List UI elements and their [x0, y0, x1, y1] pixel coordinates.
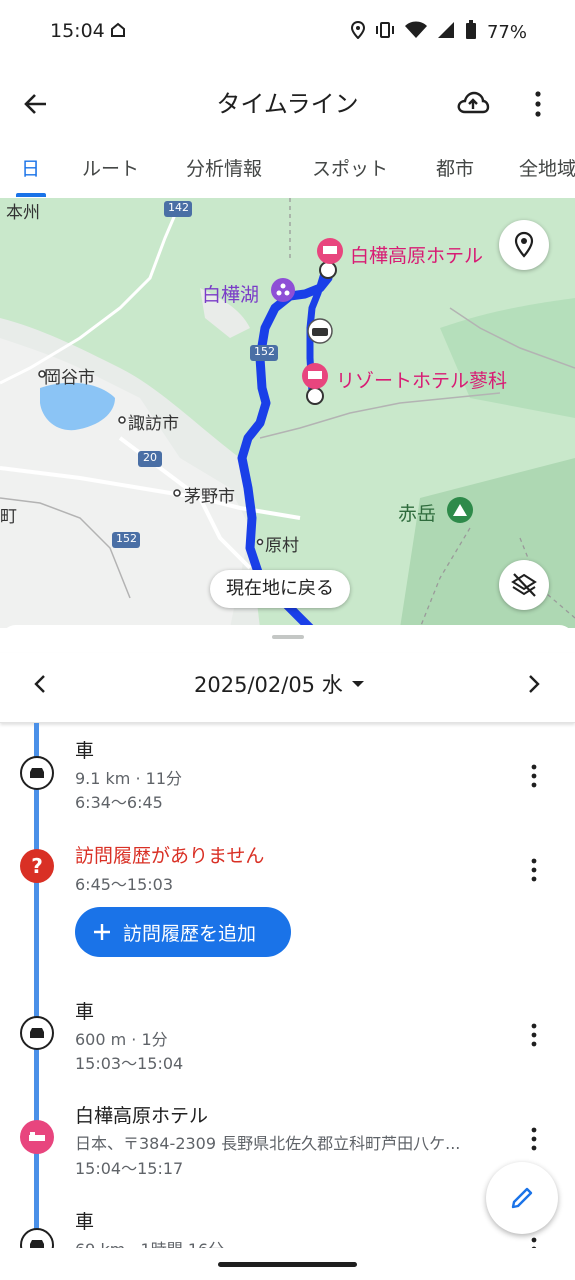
more-vert-icon: [535, 91, 541, 117]
map-label-shirakabako[interactable]: 白樺湖: [202, 280, 259, 307]
map-view[interactable]: 本州 142 152 20 152 岡谷市 諏訪市 茅野市 原村 白樺湖 白樺高…: [0, 198, 575, 628]
tab-day[interactable]: 日: [21, 154, 40, 181]
map-label-town: 町: [0, 507, 17, 527]
cloud-upload-icon: [457, 91, 490, 114]
entry-more-button[interactable]: [524, 1124, 544, 1154]
status-icons: 77%: [350, 20, 527, 45]
date-navigator: 2025/02/05 水: [0, 653, 575, 723]
entry-detail: 69 km · 1時間 16分: [75, 1236, 224, 1248]
sheet-drag-handle[interactable]: [272, 635, 304, 639]
road-shield-152: 152: [254, 345, 275, 358]
layers-off-button[interactable]: [499, 560, 549, 610]
map-label-hotel-tateshina[interactable]: リゾートホテル蓼科: [336, 366, 507, 393]
hotel-icon: [20, 1120, 54, 1154]
entry-more-button[interactable]: [524, 761, 544, 791]
map-label-chino: 茅野市: [184, 487, 235, 507]
chevron-left-icon: [34, 675, 45, 693]
entry-time: 6:34〜6:45: [75, 793, 163, 812]
chevron-right-icon: [529, 675, 540, 693]
map-label-haramura: 原村: [265, 536, 299, 556]
return-to-current-location-button[interactable]: 現在地に戻る: [210, 570, 350, 608]
signal-icon: [437, 21, 455, 44]
date-selector[interactable]: 2025/02/05 水: [194, 669, 365, 699]
entry-time: 6:45〜15:03: [75, 875, 174, 894]
location-pin-icon: [514, 231, 534, 258]
selected-date: 2025/02/05 水: [194, 673, 343, 697]
tab-insights[interactable]: 分析情報: [186, 154, 262, 181]
home-icon: [110, 22, 126, 42]
road-shield-152-south: 152: [116, 532, 137, 545]
entry-more-button[interactable]: [524, 855, 544, 885]
add-visit-label: 訪問履歴を追加: [123, 922, 257, 945]
question-icon: ?: [20, 849, 54, 883]
car-icon: [20, 1228, 54, 1248]
layers-off-icon: [511, 573, 537, 597]
tab-regions[interactable]: 全地域: [519, 154, 575, 181]
tab-bar: 日 ルート 分析情報 スポット 都市 全地域: [0, 140, 575, 198]
location-icon: [350, 20, 365, 44]
location-pin-button[interactable]: [499, 220, 549, 270]
more-options-button[interactable]: [528, 88, 548, 120]
tab-places[interactable]: スポット: [312, 154, 388, 181]
tab-routes[interactable]: ルート: [82, 154, 139, 181]
entry-more-button[interactable]: [524, 1234, 544, 1248]
tab-cities[interactable]: 都市: [436, 154, 474, 181]
cloud-upload-button[interactable]: [456, 88, 490, 118]
gesture-nav-handle[interactable]: [218, 1262, 357, 1267]
next-day-button[interactable]: [520, 671, 546, 697]
edit-button[interactable]: [486, 1162, 558, 1234]
battery-percent: 77%: [486, 22, 527, 43]
more-vert-icon: [531, 1237, 537, 1248]
map-canvas: [0, 198, 575, 628]
entry-detail: 600 m · 1分: [75, 1030, 168, 1049]
add-visit-button[interactable]: 訪問履歴を追加: [75, 907, 291, 957]
road-shield-142: 142: [168, 201, 189, 214]
entry-title: 車: [75, 1211, 95, 1233]
car-icon: [20, 756, 54, 790]
more-vert-icon: [531, 764, 537, 788]
more-vert-icon: [531, 858, 537, 882]
wifi-icon: [404, 21, 427, 44]
status-time: 15:04: [50, 20, 105, 42]
active-tab-indicator: [16, 193, 46, 197]
entry-title: 白樺高原ホテル: [75, 1105, 209, 1127]
entry-title: 訪問履歴がありません: [75, 845, 265, 867]
plus-icon: [94, 924, 110, 940]
entry-time: 15:03〜15:04: [75, 1054, 184, 1073]
more-vert-icon: [531, 1127, 537, 1151]
road-shield-20: 20: [143, 451, 157, 464]
map-label-honshu: 本州: [6, 203, 40, 223]
pencil-icon: [511, 1187, 533, 1209]
entry-title: 車: [75, 740, 95, 762]
entry-time: 15:04〜15:17: [75, 1159, 184, 1178]
map-label-okaya: 岡谷市: [44, 368, 95, 388]
status-bar: 15:04 77%: [0, 0, 575, 64]
timeline-connector: [34, 723, 39, 1248]
map-label-akadake[interactable]: 赤岳: [398, 499, 436, 526]
entry-detail: 9.1 km · 11分: [75, 769, 183, 788]
battery-icon: [465, 20, 477, 45]
map-label-hotel-shirakaba[interactable]: 白樺高原ホテル: [350, 241, 483, 268]
car-icon: [20, 1016, 54, 1050]
previous-day-button[interactable]: [28, 671, 54, 697]
timeline-list[interactable]: 車 9.1 km · 11分 6:34〜6:45 ? 訪問履歴がありません 6:…: [0, 723, 575, 1248]
app-bar: タイムライン: [0, 64, 575, 140]
entry-address: 日本、〒384-2309 長野県北佐久郡立科町芦田八ケ...: [75, 1134, 461, 1153]
more-vert-icon: [531, 1023, 537, 1047]
dropdown-arrow-icon: [351, 681, 364, 687]
entry-more-button[interactable]: [524, 1020, 544, 1050]
map-label-suwa: 諏訪市: [128, 414, 179, 434]
entry-title: 車: [75, 1001, 95, 1023]
vibrate-icon: [375, 21, 395, 44]
